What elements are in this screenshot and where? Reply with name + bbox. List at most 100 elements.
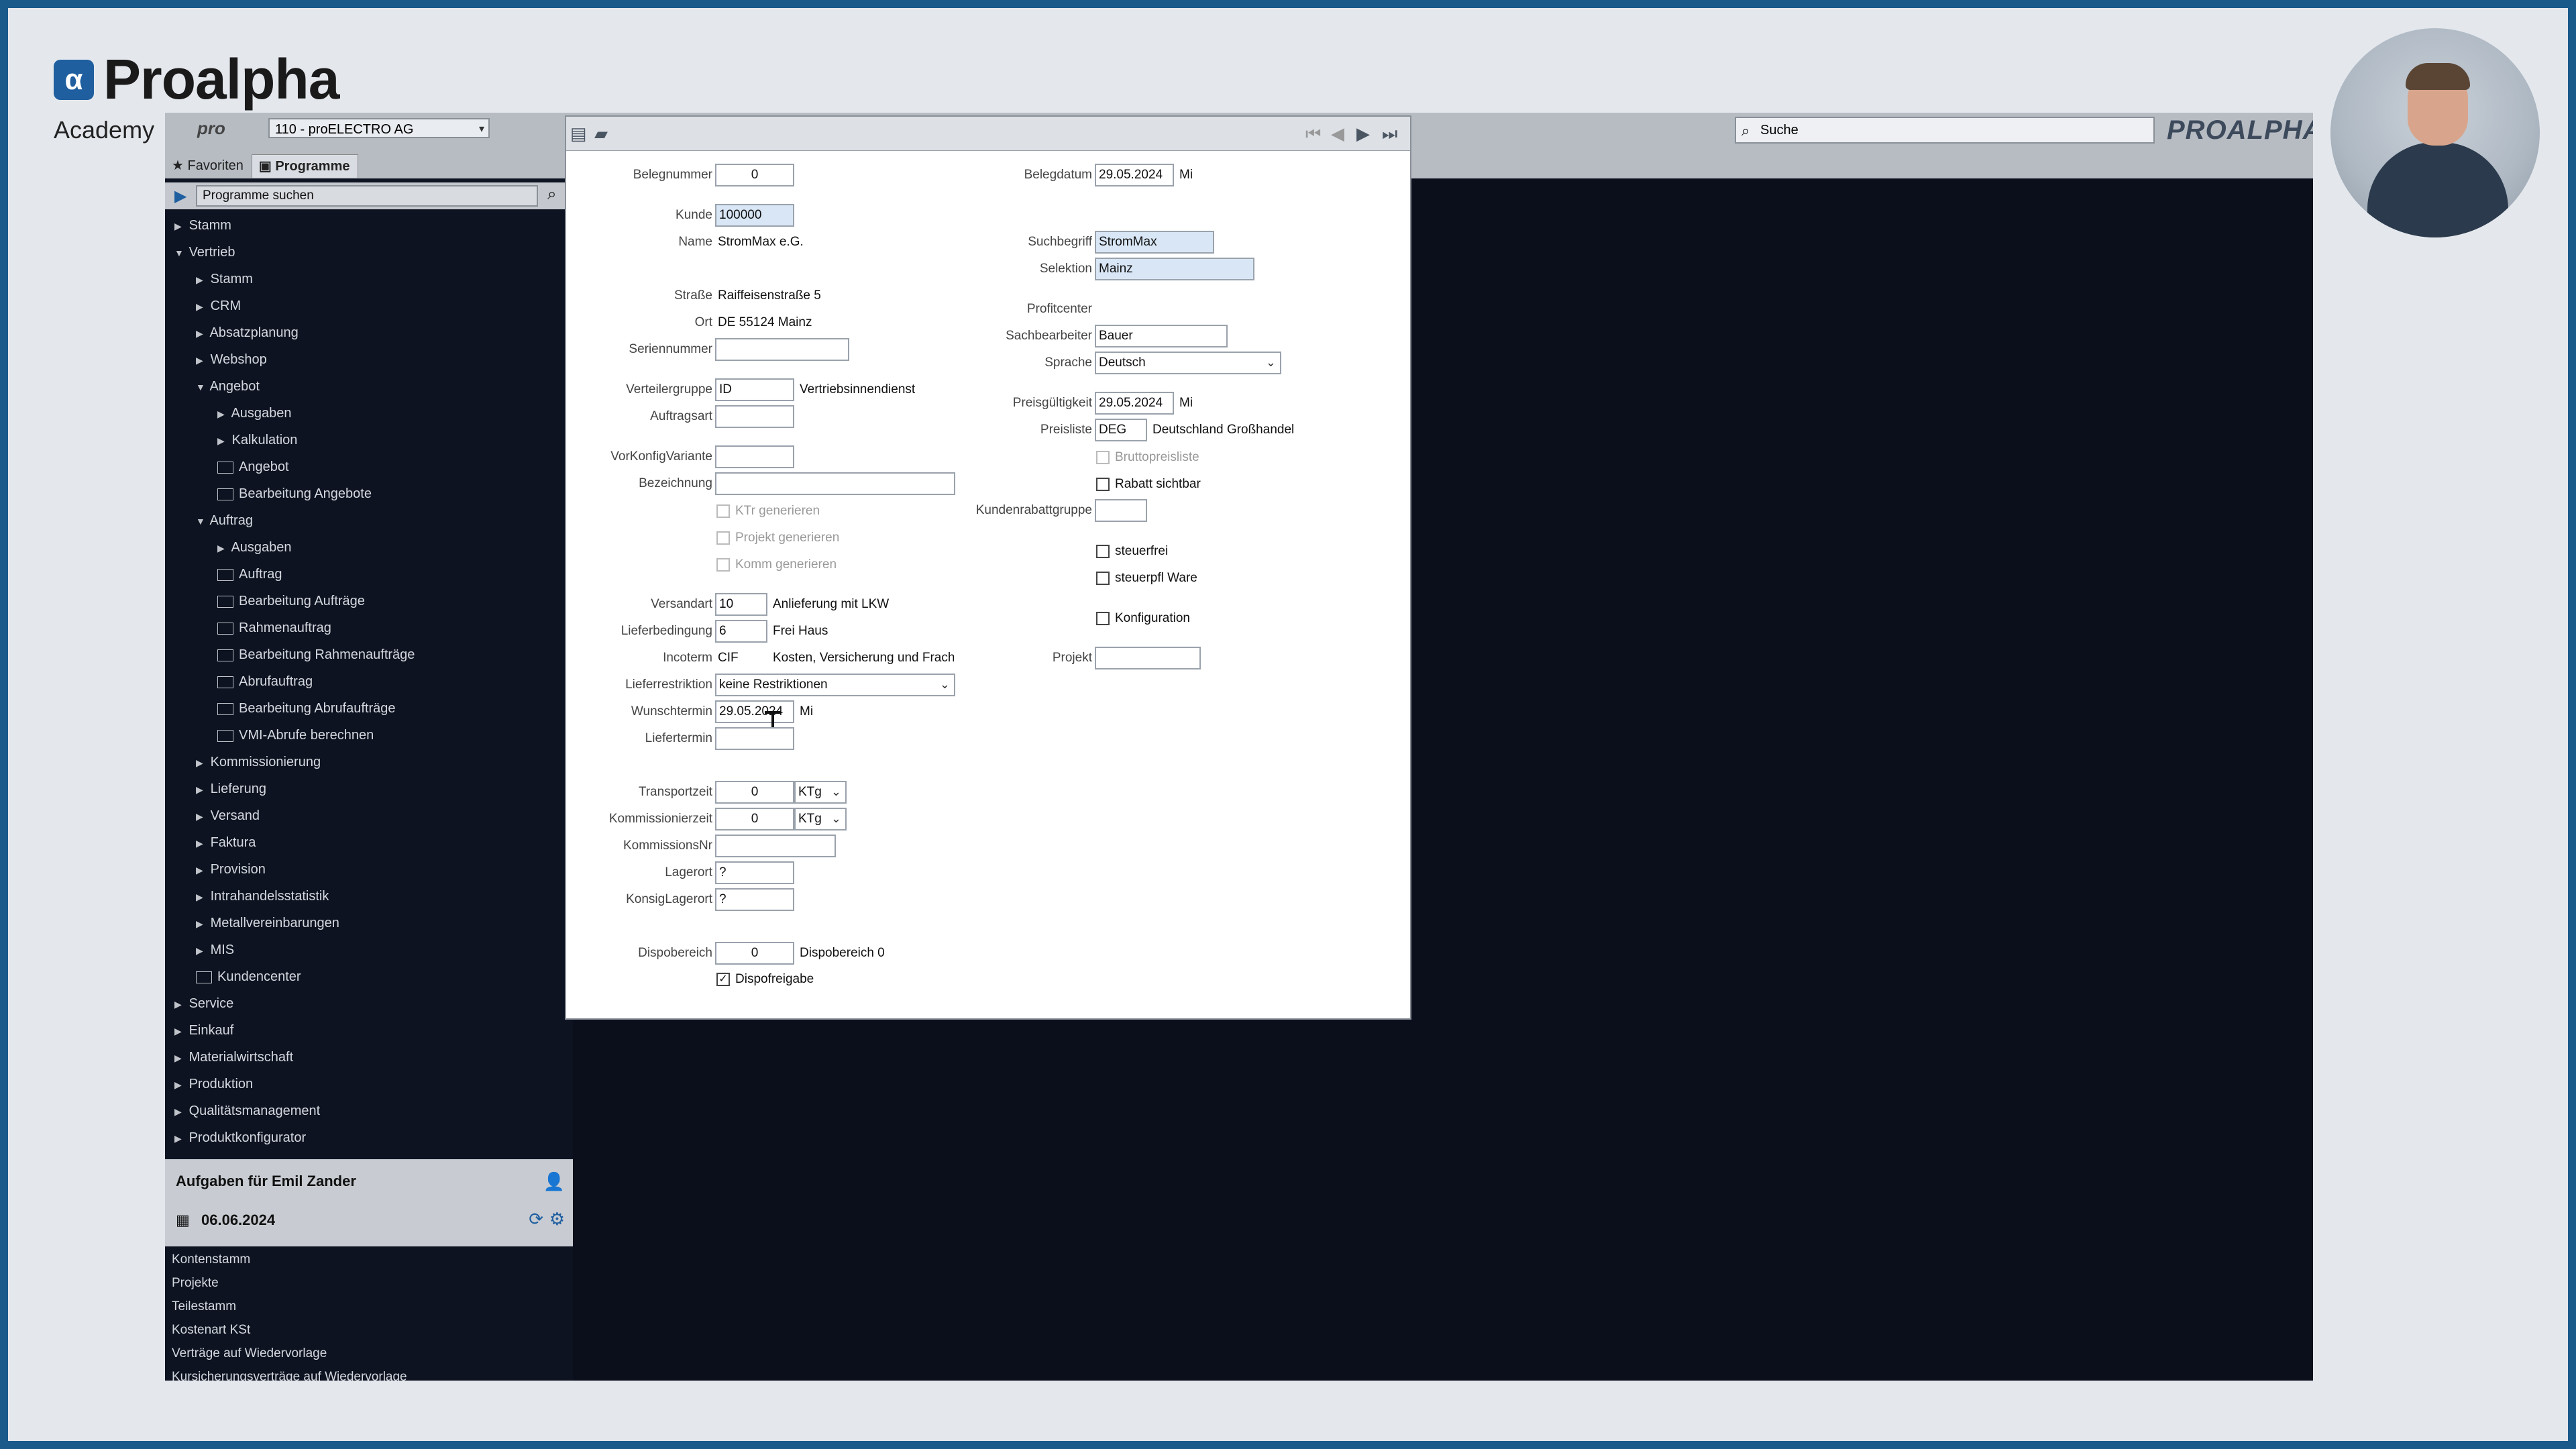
caret-right-icon[interactable]: ▶ xyxy=(174,1046,185,1070)
caret-right-icon[interactable]: ▶ xyxy=(217,536,228,560)
folder-open-icon[interactable]: ▰ xyxy=(594,123,608,144)
tree-item[interactable]: ▶ Service xyxy=(174,991,233,1016)
steuerpfl-checkbox[interactable] xyxy=(1096,572,1110,585)
sprache-select[interactable]: Deutsch ⌄ xyxy=(1095,352,1281,374)
task-item[interactable]: Projekte xyxy=(165,1271,573,1295)
caret-right-icon[interactable]: ▶ xyxy=(196,831,207,855)
tree-item[interactable]: Kundencenter xyxy=(196,965,301,989)
caret-right-icon[interactable]: ▶ xyxy=(217,402,228,426)
steuerfrei-checkbox[interactable] xyxy=(1096,545,1110,558)
new-document-icon[interactable]: ▤ xyxy=(570,123,587,144)
caret-right-icon[interactable]: ▶ xyxy=(174,1073,185,1097)
task-item[interactable]: Kostenart KSt xyxy=(165,1318,573,1342)
search-icon[interactable]: ⌕ xyxy=(547,185,556,204)
first-record-icon[interactable]: ⏮ xyxy=(1305,123,1321,145)
tree-item[interactable]: ▶ Kalkulation xyxy=(217,428,297,452)
tree-item[interactable]: ▶ Stamm xyxy=(174,213,231,237)
tree-item[interactable]: ▶ Intrahandelsstatistik xyxy=(196,884,329,908)
belegdatum-field[interactable]: 29.05.2024 xyxy=(1095,164,1174,186)
tree-item[interactable]: ▶ Kommissionierung xyxy=(196,750,321,774)
tree-item[interactable]: ▶ Faktura xyxy=(196,830,256,855)
wunschtermin-field[interactable]: 29.05.2024 xyxy=(715,700,794,723)
tree-item[interactable]: Abrufauftrag xyxy=(217,669,313,694)
komm-checkbox[interactable] xyxy=(716,558,730,572)
liefertermin-field[interactable] xyxy=(715,727,794,750)
tree-item[interactable]: ▶ Ausgaben xyxy=(217,401,292,425)
tree-item[interactable]: ▶ Absatzplanung xyxy=(196,321,299,345)
suchbegriff-field[interactable]: StromMax xyxy=(1095,231,1214,254)
projekt-field[interactable] xyxy=(1095,647,1201,669)
play-icon[interactable]: ▶ xyxy=(174,186,186,206)
refresh-icon[interactable]: ⟳ xyxy=(529,1209,543,1230)
tree-item[interactable]: Auftrag xyxy=(217,562,282,586)
kunde-field[interactable]: 100000 xyxy=(715,204,794,227)
pro-menu-button[interactable]: pro xyxy=(197,118,225,139)
lieferbedingung-field[interactable]: 6 xyxy=(715,620,767,643)
caret-right-icon[interactable]: ▶ xyxy=(196,777,207,802)
tree-item[interactable]: Bearbeitung Abrufaufträge xyxy=(217,696,396,720)
tab-favorites[interactable]: ★ Favoriten xyxy=(165,154,252,177)
bezeichnung-field[interactable] xyxy=(715,472,955,495)
caret-right-icon[interactable]: ▶ xyxy=(196,885,207,909)
tree-item[interactable]: ▶ Stamm xyxy=(196,267,253,291)
kundenrabatt-field[interactable] xyxy=(1095,499,1147,522)
tree-item[interactable]: ▶ Qualitätsmanagement xyxy=(174,1099,320,1123)
caret-right-icon[interactable]: ▶ xyxy=(196,348,207,372)
lagerort-field[interactable]: ? xyxy=(715,861,794,884)
company-select[interactable]: 110 - proELECTRO AG ▾ xyxy=(268,118,490,138)
caret-right-icon[interactable]: ▶ xyxy=(174,992,185,1016)
tree-item[interactable]: ▶ Einkauf xyxy=(174,1018,233,1042)
tree-item[interactable]: Bearbeitung Angebote xyxy=(217,482,372,506)
tree-item[interactable]: ▶ Lieferung xyxy=(196,777,266,801)
tree-item[interactable]: ▶ MIS xyxy=(196,938,234,962)
kommnr-field[interactable] xyxy=(715,835,836,857)
tree-item[interactable]: ▼ Vertrieb xyxy=(174,240,235,264)
tree-item[interactable]: ▼ Angebot xyxy=(196,374,260,398)
tree-item[interactable]: ▶ Versand xyxy=(196,804,260,828)
kommzeit-unit-select[interactable]: KTg ⌄ xyxy=(794,808,847,830)
next-record-icon[interactable]: ▶ xyxy=(1356,123,1370,144)
vorkonfig-field[interactable] xyxy=(715,445,794,468)
tree-item[interactable]: Bearbeitung Rahmenaufträge xyxy=(217,643,415,667)
tree-item[interactable]: ▶ Materialwirtschaft xyxy=(174,1045,293,1069)
task-item[interactable]: Teilestamm xyxy=(165,1295,573,1318)
tree-item[interactable]: ▶ Webshop xyxy=(196,347,267,372)
caret-right-icon[interactable]: ▶ xyxy=(196,751,207,775)
task-item[interactable]: Verträge auf Wiedervorlage xyxy=(165,1342,573,1365)
tree-item[interactable]: VMI-Abrufe berechnen xyxy=(217,723,374,747)
caret-right-icon[interactable]: ▶ xyxy=(196,294,207,319)
caret-right-icon[interactable]: ▶ xyxy=(174,1099,185,1124)
tree-item[interactable]: ▶ Provision xyxy=(196,857,266,881)
tree-item[interactable]: Angebot xyxy=(217,455,289,479)
kommzeit-field[interactable]: 0 xyxy=(715,808,794,830)
previous-record-icon[interactable]: ◀ xyxy=(1331,123,1344,144)
bruttopreisliste-checkbox[interactable] xyxy=(1096,451,1110,464)
konfiguration-checkbox[interactable] xyxy=(1096,612,1110,625)
dispobereich-field[interactable]: 0 xyxy=(715,942,794,965)
caret-down-icon[interactable]: ▼ xyxy=(196,375,207,399)
preisliste-field[interactable]: DEG xyxy=(1095,419,1147,441)
caret-down-icon[interactable]: ▼ xyxy=(174,241,185,265)
task-item[interactable]: Kursicherungsverträge auf Wiedervorlage xyxy=(165,1365,573,1381)
last-record-icon[interactable]: ⏭ xyxy=(1382,123,1397,145)
caret-right-icon[interactable]: ▶ xyxy=(196,268,207,292)
tree-item[interactable]: Rahmenauftrag xyxy=(217,616,331,640)
caret-right-icon[interactable]: ▶ xyxy=(196,858,207,882)
user-icon[interactable]: 👤 xyxy=(543,1171,565,1192)
lieferrestriktion-select[interactable]: keine Restriktionen ⌄ xyxy=(715,674,955,696)
tree-item[interactable]: ▶ Ausgaben xyxy=(217,535,292,559)
auftragsart-field[interactable] xyxy=(715,405,794,428)
caret-down-icon[interactable]: ▼ xyxy=(196,509,207,533)
tree-item[interactable]: ▶ Produktkonfigurator xyxy=(174,1126,306,1150)
caret-right-icon[interactable]: ▶ xyxy=(196,321,207,345)
sachbearbeiter-field[interactable]: Bauer xyxy=(1095,325,1228,347)
caret-right-icon[interactable]: ▶ xyxy=(196,912,207,936)
konsig-field[interactable]: ? xyxy=(715,888,794,911)
tree-item[interactable]: ▶ Metallvereinbarungen xyxy=(196,911,339,935)
rabatt-checkbox[interactable] xyxy=(1096,478,1110,491)
tree-item[interactable]: ▼ Auftrag xyxy=(196,508,253,533)
selektion-field[interactable]: Mainz xyxy=(1095,258,1254,280)
projekt-generieren-checkbox[interactable] xyxy=(716,531,730,545)
verteilergruppe-field[interactable]: ID xyxy=(715,378,794,401)
caret-right-icon[interactable]: ▶ xyxy=(217,429,228,453)
